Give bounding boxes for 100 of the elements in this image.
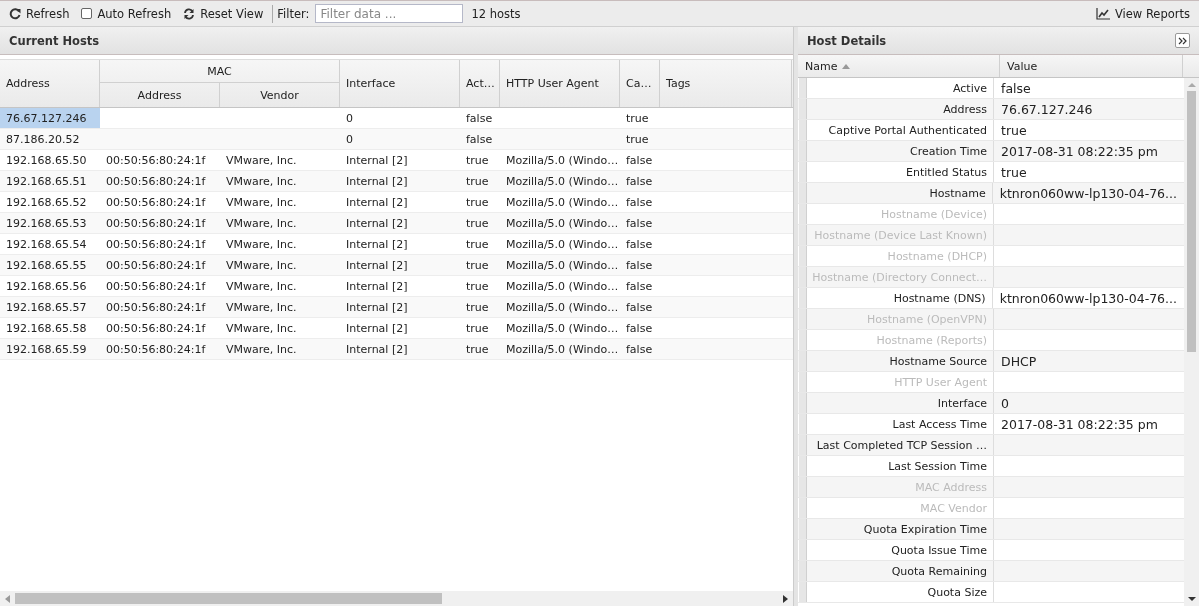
table-cell-text: 00:50:56:80:24:1f	[105, 278, 207, 295]
column-header[interactable]: HTTP User Agent	[500, 60, 620, 107]
address-cell[interactable]: 192.168.65.55	[0, 255, 100, 275]
table-cell-text: 00:50:56:80:24:1f	[105, 320, 207, 337]
column-header[interactable]: Tags	[660, 60, 792, 107]
column-header[interactable]: Act…	[460, 60, 500, 107]
scroll-up-icon[interactable]	[1187, 82, 1196, 88]
table-cell-text: false	[625, 215, 654, 232]
table-cell-text: false	[625, 236, 654, 253]
refresh-icon	[9, 7, 21, 20]
address-cell[interactable]: 192.168.65.51	[0, 171, 100, 191]
table-cell-text: Mozilla/5.0 (Windo…	[505, 257, 620, 274]
table-cell-text: Internal [2]	[345, 278, 409, 295]
column-header[interactable]: Address	[0, 60, 100, 107]
property-name: MAC Vendor	[807, 498, 994, 518]
property-value: true	[1000, 121, 1028, 140]
table-cell-text: Mozilla/5.0 (Windo…	[505, 215, 620, 232]
table-cell-text: VMware, Inc.	[225, 215, 298, 232]
refresh-button[interactable]: Refresh	[4, 4, 75, 23]
table-cell-text: VMware, Inc.	[225, 299, 298, 316]
table-cell-text: false	[625, 194, 654, 211]
property-name: MAC Address	[807, 477, 994, 497]
table-cell-text: VMware, Inc.	[225, 257, 298, 274]
table-cell-text: true	[465, 236, 490, 253]
table-cell-text: false	[625, 173, 654, 190]
column-header[interactable]: Interface	[340, 60, 460, 107]
table-cell-text: VMware, Inc.	[225, 194, 298, 211]
vertical-scrollbar[interactable]	[1184, 78, 1199, 606]
reset-view-button[interactable]: Reset View	[178, 4, 269, 23]
table-cell-text: Internal [2]	[345, 236, 409, 253]
address-cell[interactable]: 87.186.20.52	[0, 129, 100, 149]
address-cell[interactable]: 192.168.65.50	[0, 150, 100, 170]
table-cell-text: false	[625, 152, 654, 169]
property-name: Hostname (DNS)	[806, 288, 993, 308]
table-cell-text: Mozilla/5.0 (Windo…	[505, 299, 620, 316]
row-handle[interactable]	[799, 582, 807, 602]
property-name: Hostname Source	[807, 351, 994, 371]
table-cell-text: VMware, Inc.	[225, 152, 298, 169]
property-name: Hostname	[806, 183, 993, 203]
column-header[interactable]: Name	[798, 55, 1000, 77]
table-cell-text: true	[465, 173, 490, 190]
table-cell-text: false	[625, 341, 654, 358]
column-header[interactable]: Value	[1000, 55, 1183, 77]
filter-field[interactable]: Filter data ...	[315, 4, 464, 23]
address-cell[interactable]: 192.168.65.58	[0, 318, 100, 338]
property-name: Last Access Time	[807, 414, 994, 434]
table-cell-text: Mozilla/5.0 (Windo…	[505, 152, 620, 169]
property-name: Quota Expiration Time	[807, 519, 994, 539]
row-handle[interactable]	[799, 78, 807, 98]
property-name: Hostname (Directory Connect…	[807, 267, 994, 287]
table-cell-text: Mozilla/5.0 (Windo…	[505, 320, 620, 337]
property-value: true	[1000, 163, 1028, 182]
property-name: Captive Portal Authenticated	[807, 120, 994, 140]
table-cell-text: true	[465, 194, 490, 211]
view-reports-button[interactable]: View Reports	[1090, 4, 1195, 23]
table-cell-text: 00:50:56:80:24:1f	[105, 236, 207, 253]
address-cell[interactable]: 192.168.65.53	[0, 213, 100, 233]
table-cell-text: Internal [2]	[345, 341, 409, 358]
table-cell-text: Mozilla/5.0 (Windo…	[505, 173, 620, 190]
table-cell-text: 00:50:56:80:24:1f	[105, 257, 207, 274]
property-name: Hostname (DHCP)	[807, 246, 994, 266]
table-cell-text: true	[625, 131, 650, 148]
property-name: Quota Issue Time	[807, 540, 994, 560]
address-cell[interactable]: 192.168.65.54	[0, 234, 100, 254]
auto-refresh-checkbox[interactable]: Auto Refresh	[76, 4, 177, 23]
table-cell-text: false	[625, 278, 654, 295]
table-cell-text: VMware, Inc.	[225, 341, 298, 358]
table-cell-text: true	[465, 320, 490, 337]
table-cell-text: Mozilla/5.0 (Windo…	[505, 194, 620, 211]
property-value: 76.67.127.246	[1000, 100, 1094, 119]
scroll-down-icon[interactable]	[1187, 596, 1196, 602]
table-cell-text: true	[465, 299, 490, 316]
scroll-left-icon[interactable]	[4, 593, 12, 604]
table-cell-text: true	[465, 341, 490, 358]
table-cell-text: VMware, Inc.	[225, 278, 298, 295]
column-header[interactable]: Ca…	[620, 60, 660, 107]
host-count: 12 hosts	[471, 6, 521, 21]
column-header[interactable]: Address	[100, 83, 220, 107]
property-value: false	[1000, 79, 1032, 98]
scroll-right-icon[interactable]	[781, 593, 789, 604]
column-header[interactable]: Vendor	[220, 83, 340, 107]
table-cell-text: false	[625, 299, 654, 316]
horizontal-scrollbar[interactable]	[0, 591, 793, 606]
table-cell-text: 00:50:56:80:24:1f	[105, 299, 207, 316]
collapse-button[interactable]	[1175, 33, 1190, 48]
table-cell-text: 00:50:56:80:24:1f	[105, 341, 207, 358]
address-cell[interactable]: 192.168.65.52	[0, 192, 100, 212]
table-cell-text: true	[625, 110, 650, 127]
table-cell-text: 00:50:56:80:24:1f	[105, 152, 207, 169]
double-chevron-icon	[1177, 36, 1188, 45]
table-cell-text: Mozilla/5.0 (Windo…	[505, 236, 620, 253]
property-name: Last Completed TCP Session …	[807, 435, 994, 455]
address-cell[interactable]: 76.67.127.246	[0, 108, 100, 128]
address-cell[interactable]: 192.168.65.56	[0, 276, 100, 296]
panel-title: Host Details	[807, 33, 887, 48]
table-cell-text: false	[625, 257, 654, 274]
address-cell[interactable]: 192.168.65.59	[0, 339, 100, 359]
property-name: Hostname (Device Last Known)	[807, 225, 994, 245]
address-cell[interactable]: 192.168.65.57	[0, 297, 100, 317]
table-cell-text: false	[465, 110, 494, 127]
